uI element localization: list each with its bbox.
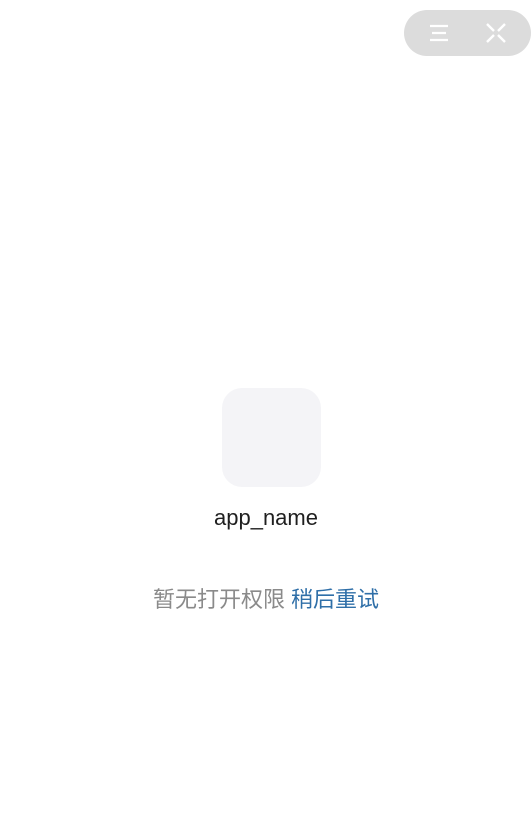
- menu-button[interactable]: [417, 13, 461, 53]
- close-button[interactable]: [474, 13, 518, 53]
- mini-program-capsule: [404, 10, 531, 56]
- menu-icon: [429, 24, 448, 42]
- app-icon: [222, 388, 321, 487]
- permission-status: 暂无打开权限 稍后重试: [0, 582, 532, 614]
- permission-message: 暂无打开权限: [152, 588, 285, 613]
- app-name: app_name: [214, 505, 318, 530]
- retry-later-link[interactable]: 稍后重试: [291, 588, 379, 613]
- close-icon: [486, 23, 507, 43]
